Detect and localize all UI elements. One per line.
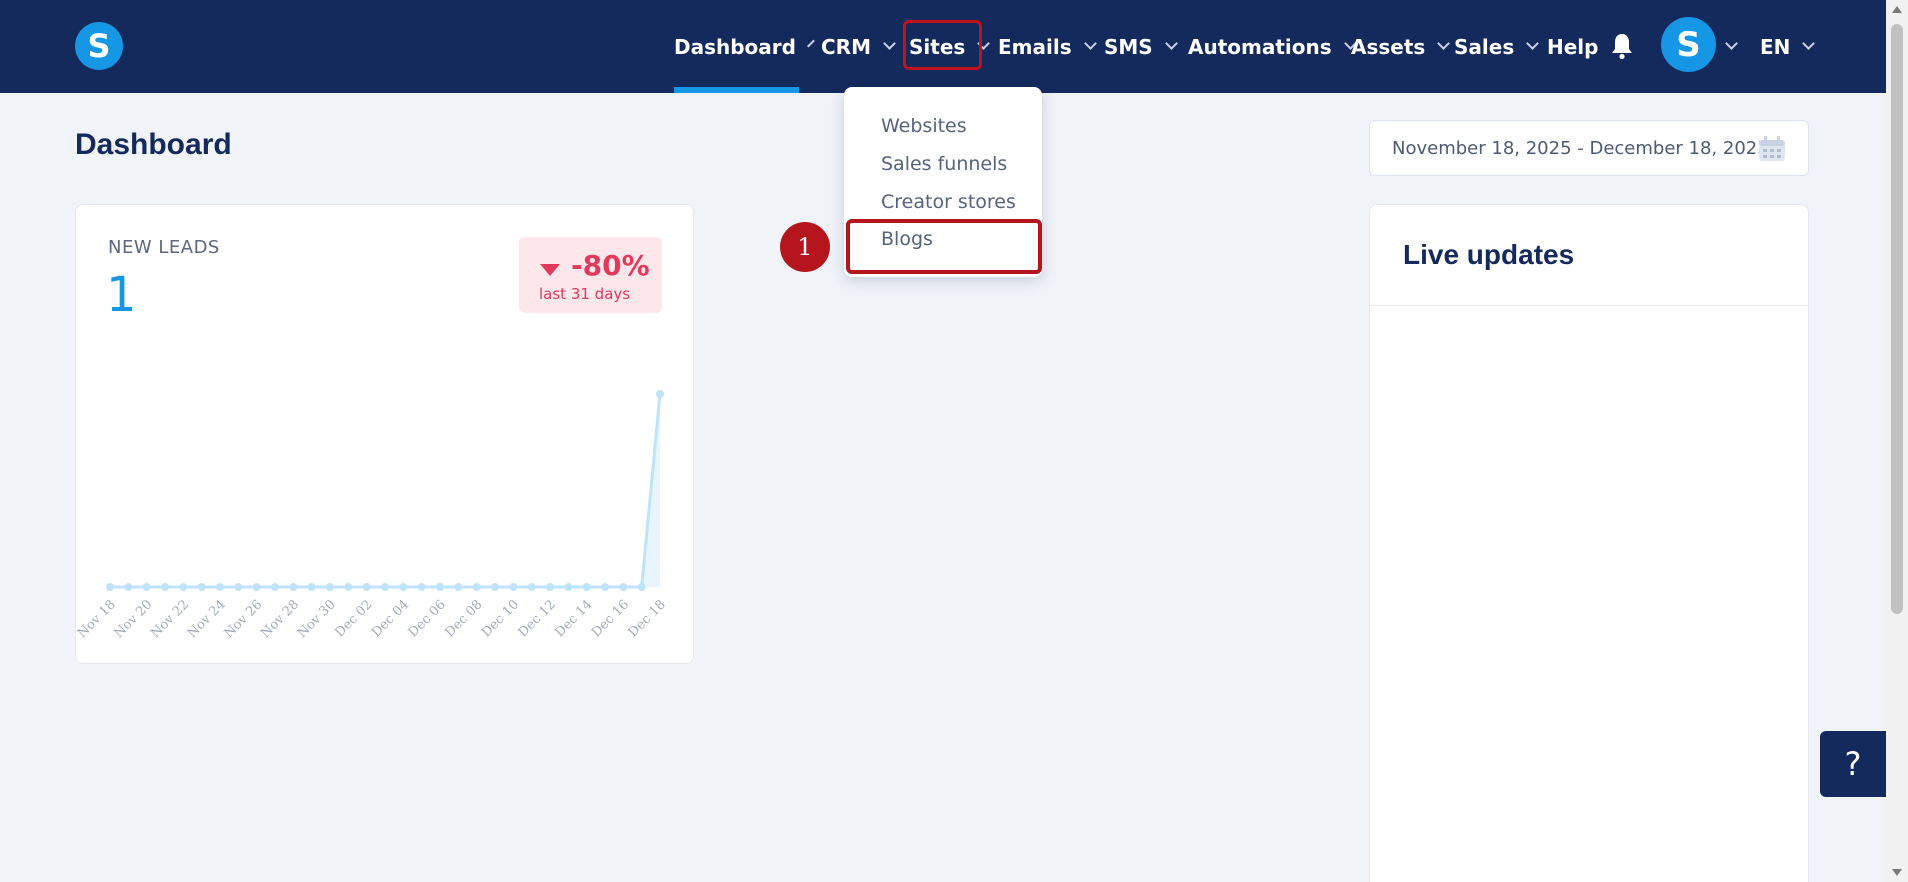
language-label: EN (1760, 34, 1791, 59)
page-title: Dashboard (75, 128, 232, 161)
nav-help[interactable]: Help (1547, 0, 1598, 93)
x-tick-label: Nov 28 (258, 597, 302, 641)
x-tick-label: Dec 18 (626, 597, 669, 640)
chart-point[interactable] (326, 583, 334, 591)
chart-point[interactable] (491, 583, 499, 591)
chart-point[interactable] (381, 583, 389, 591)
x-tick-label: Dec 06 (406, 597, 449, 640)
menu-item-creator-stores[interactable]: Creator stores (881, 191, 1016, 213)
chart-point[interactable] (106, 583, 114, 591)
nav-emails-label: Emails (998, 34, 1072, 59)
chart-point[interactable] (546, 583, 554, 591)
chart-point[interactable] (142, 583, 151, 591)
live-updates-panel: Live updates (1369, 204, 1809, 882)
chart-point[interactable] (582, 583, 591, 591)
chart-point[interactable] (637, 583, 646, 591)
nav-sales-label: Sales (1454, 34, 1515, 59)
nav-help-label: Help (1547, 34, 1599, 59)
nav-dashboard-label: Dashboard (674, 34, 796, 59)
live-updates-title: Live updates (1403, 239, 1575, 270)
chart-point[interactable] (436, 583, 444, 591)
x-tick-label: Dec 04 (369, 597, 412, 640)
chart-point[interactable] (161, 583, 169, 591)
chart-point[interactable] (454, 583, 463, 591)
x-tick-label: Dec 08 (442, 597, 485, 640)
chart-point[interactable] (619, 583, 628, 591)
nav-automations[interactable]: Automations (1188, 0, 1357, 93)
nav-dashboard[interactable]: Dashboard (674, 0, 815, 93)
date-range-picker[interactable]: November 18, 2025 - December 18, 2025 (1369, 120, 1809, 176)
chart-point[interactable] (234, 583, 243, 591)
nav-crm[interactable]: CRM (821, 0, 896, 93)
nav-assets[interactable]: Assets (1351, 0, 1451, 93)
chevron-down-icon (1526, 37, 1540, 50)
x-tick-label: Nov 26 (221, 597, 265, 641)
chart-point[interactable] (509, 583, 518, 591)
chevron-down-icon (1083, 37, 1097, 50)
app-logo[interactable]: S (75, 22, 123, 70)
menu-item-websites[interactable]: Websites (881, 115, 967, 137)
chart-point[interactable] (344, 583, 353, 591)
chevron-down-icon (1725, 37, 1738, 50)
menu-item-sales-funnels[interactable]: Sales funnels (881, 153, 1007, 175)
divider (1370, 305, 1808, 306)
chart-point[interactable] (252, 583, 261, 591)
avatar-menu-toggle[interactable] (1725, 0, 1738, 93)
x-tick-label: Dec 02 (332, 597, 375, 640)
chart-point[interactable] (197, 583, 206, 591)
date-range-value: November 18, 2025 - December 18, 2025 (1392, 137, 1769, 159)
nav-sms-label: SMS (1104, 34, 1153, 59)
chevron-down-icon (807, 39, 815, 48)
chart-area (110, 394, 660, 587)
chart-point[interactable] (417, 583, 426, 591)
chart-point[interactable] (399, 583, 408, 591)
chart-point[interactable] (307, 583, 316, 591)
x-tick-label: Nov 24 (185, 597, 229, 641)
x-tick-label: Dec 10 (479, 597, 522, 640)
new-leads-chart: Nov 18Nov 20Nov 22Nov 24Nov 26Nov 28Nov … (76, 390, 669, 641)
chart-series-line (110, 393, 662, 589)
chart-point[interactable] (289, 583, 298, 591)
chevron-down-icon (1802, 37, 1816, 50)
chart-point[interactable] (656, 390, 664, 398)
chart-point[interactable] (216, 583, 224, 591)
x-tick-label: Nov 30 (295, 597, 339, 641)
x-tick-label: Nov 22 (148, 597, 192, 641)
nav-emails[interactable]: Emails (998, 0, 1097, 93)
chart-point[interactable] (362, 583, 371, 591)
nav-sms[interactable]: SMS (1104, 0, 1178, 93)
chevron-down-icon (883, 37, 896, 50)
new-leads-card: NEW LEADS 1 -80% last 31 days Nov 18 Nov … (75, 204, 694, 664)
chart-point[interactable] (179, 583, 188, 591)
chart-point[interactable] (564, 583, 573, 591)
calendar-icon (1759, 136, 1785, 161)
chevron-down-icon (1164, 37, 1178, 50)
bell-icon[interactable] (1610, 32, 1634, 60)
nav-sales[interactable]: Sales (1454, 0, 1540, 93)
chevron-down-icon (1437, 37, 1451, 50)
page-scrollbar[interactable] (1886, 0, 1908, 882)
x-tick-label: Dec 14 (552, 597, 595, 640)
x-tick-label: Dec 16 (589, 597, 632, 640)
help-button[interactable]: ? (1820, 731, 1886, 797)
chart-point[interactable] (472, 583, 481, 591)
step-marker: 1 (780, 222, 830, 272)
sites-highlight-box (903, 20, 982, 70)
scroll-up-arrow-icon[interactable] (1892, 6, 1902, 13)
x-tick-label: Dec 12 (516, 597, 559, 640)
scrollbar-thumb[interactable] (1891, 24, 1903, 614)
nav-crm-label: CRM (821, 34, 871, 59)
x-tick-label: Nov 18 (76, 597, 119, 641)
blogs-highlight-box (846, 219, 1042, 274)
chart-point[interactable] (527, 583, 536, 591)
nav-assets-label: Assets (1351, 34, 1426, 59)
chart-point[interactable] (124, 583, 133, 591)
language-selector[interactable]: EN (1760, 0, 1816, 93)
chart-point[interactable] (601, 583, 609, 591)
nav-automations-label: Automations (1188, 34, 1332, 59)
user-avatar[interactable]: S (1661, 17, 1716, 72)
scroll-down-arrow-icon[interactable] (1892, 869, 1902, 876)
x-tick-label: Nov 20 (111, 597, 155, 641)
chart-point[interactable] (271, 583, 279, 591)
